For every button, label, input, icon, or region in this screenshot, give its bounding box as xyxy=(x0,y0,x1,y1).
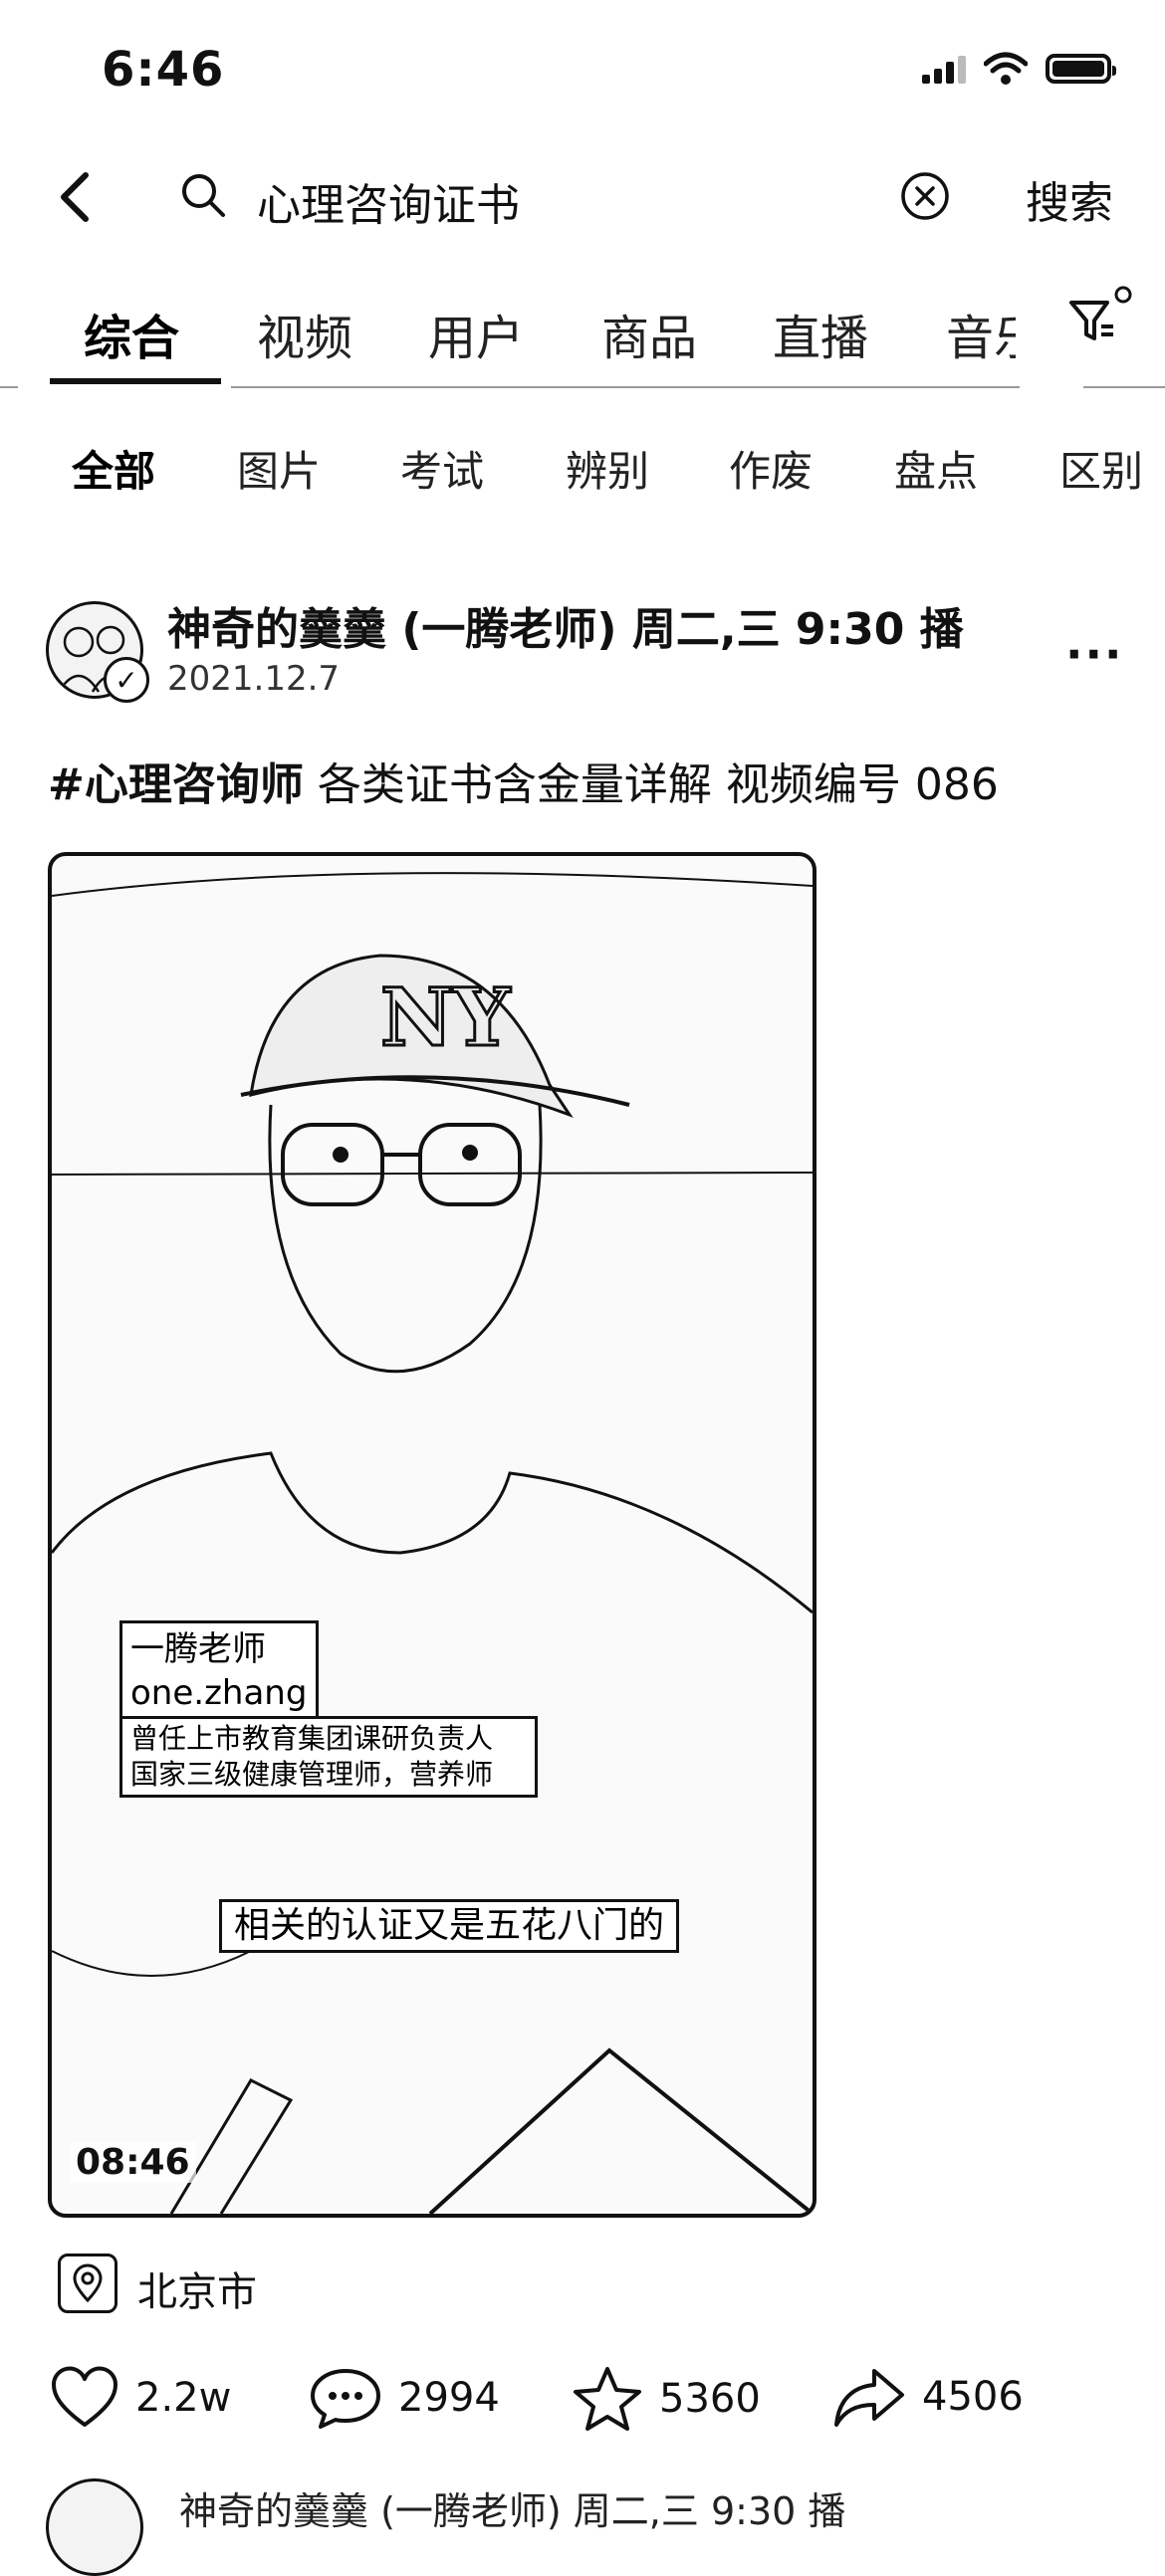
search-tabs: 综合 视频 用户 商品 直播 音乐 xyxy=(0,289,1165,378)
subtab-exam[interactable]: 考试 xyxy=(400,438,484,499)
divider xyxy=(231,386,1020,388)
location-label[interactable]: 北京市 xyxy=(137,2259,257,2317)
clear-icon[interactable] xyxy=(898,169,952,223)
location-icon xyxy=(58,2254,117,2313)
battery-icon xyxy=(1046,54,1116,84)
filter-icon[interactable] xyxy=(1067,285,1135,352)
search-icon xyxy=(182,174,225,217)
post-date: 2021.12.7 xyxy=(167,659,341,699)
subtab-void[interactable]: 作废 xyxy=(729,438,813,499)
status-icons xyxy=(922,52,1116,86)
post-author[interactable]: 神奇的羹羹 (一腾老师) 周二,三 9:30 播 xyxy=(167,593,964,657)
post-caption: #心理咨询师 各类证书含金量详解 视频编号 086 xyxy=(48,749,999,812)
subtab-all[interactable]: 全部 xyxy=(72,438,155,499)
hashtag-link[interactable]: #心理咨询师 xyxy=(48,759,304,810)
next-post-avatar[interactable] xyxy=(46,2478,143,2576)
video-name-line1: 一腾老师 xyxy=(130,1629,266,1669)
status-time: 6:46 xyxy=(102,42,225,98)
subtab-identify[interactable]: 辨别 xyxy=(566,438,649,499)
favorite-button[interactable]: 5360 xyxy=(572,2365,761,2433)
video-desc-line2: 国家三级健康管理师，营养师 xyxy=(130,1758,494,1791)
subtab-difference[interactable]: 区别 xyxy=(1059,438,1143,499)
comment-button[interactable]: 2994 xyxy=(309,2365,500,2431)
star-icon xyxy=(574,2367,641,2431)
share-icon xyxy=(834,2369,904,2427)
share-button[interactable]: 4506 xyxy=(832,2365,1024,2429)
search-button[interactable]: 搜索 xyxy=(1026,167,1113,231)
tab-video[interactable]: 视频 xyxy=(257,299,352,368)
subtab-images[interactable]: 图片 xyxy=(237,438,321,499)
like-count: 2.2w xyxy=(135,2375,232,2421)
verified-badge-icon: ✓ xyxy=(104,657,149,703)
more-icon[interactable]: ··· xyxy=(1065,627,1123,681)
video-desc-overlay: 曾任上市教育集团课研负责人 国家三级健康管理师，营养师 xyxy=(119,1716,538,1798)
tab-overview[interactable]: 综合 xyxy=(84,299,179,368)
comment-count: 2994 xyxy=(398,2375,500,2421)
next-post-author[interactable]: 神奇的羹羹 (一腾老师) 周二,三 9:30 播 xyxy=(179,2480,845,2535)
video-subtitle: 相关的认证又是五花八门的 xyxy=(219,1899,680,1953)
caption-text: 各类证书含金量详解 视频编号 086 xyxy=(303,759,999,810)
back-icon[interactable] xyxy=(48,167,108,227)
tab-active-indicator xyxy=(50,378,221,384)
divider xyxy=(0,386,18,388)
divider xyxy=(1083,386,1165,388)
video-name-line2: one.zhang xyxy=(130,1673,308,1713)
favorite-count: 5360 xyxy=(659,2376,761,2422)
comment-icon xyxy=(311,2369,380,2429)
tab-live[interactable]: 直播 xyxy=(773,299,868,368)
signal-icon xyxy=(922,54,966,84)
subtab-inventory[interactable]: 盘点 xyxy=(894,438,978,499)
heart-icon xyxy=(51,2366,118,2427)
search-input[interactable]: 心理咨询证书 xyxy=(257,169,520,233)
video-desc-line1: 曾任上市教育集团课研负责人 xyxy=(130,1722,494,1755)
video-frame-illustration: NY xyxy=(52,872,813,2214)
share-count: 4506 xyxy=(922,2374,1024,2420)
wifi-icon xyxy=(984,52,1028,85)
video-player[interactable]: NY 一腾老师 one.zhang 曾任上市教育集团课研负责人 国家三级健康管理… xyxy=(48,852,816,2218)
tab-users[interactable]: 用户 xyxy=(428,299,524,368)
video-name-overlay: 一腾老师 one.zhang xyxy=(119,1620,319,1722)
video-duration: 08:46 xyxy=(70,2142,196,2183)
like-button[interactable]: 2.2w xyxy=(50,2365,231,2431)
tab-products[interactable]: 商品 xyxy=(601,299,697,368)
svg-text:NY: NY xyxy=(380,970,511,1064)
tab-music[interactable]: 音乐 xyxy=(946,299,1016,368)
